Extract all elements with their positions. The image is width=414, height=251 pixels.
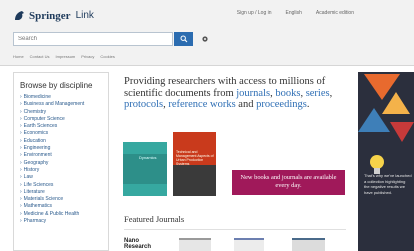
sidebar-title: Browse by discipline: [20, 81, 93, 90]
chevron-right-icon: ›: [20, 145, 22, 152]
chevron-right-icon: ›: [20, 137, 22, 144]
chevron-right-icon: ›: [20, 115, 22, 122]
springer-link-logo[interactable]: Springer Link: [13, 9, 94, 22]
search-button[interactable]: [174, 32, 193, 46]
top-nav-login[interactable]: Sign up / Log in: [237, 10, 272, 16]
series-link[interactable]: series: [306, 88, 330, 99]
chevron-right-icon: ›: [20, 108, 22, 115]
protocols-link[interactable]: protocols: [124, 99, 163, 110]
featured-journal-cover[interactable]: Nano Research: [124, 238, 162, 251]
discipline-item[interactable]: › Law: [20, 174, 108, 181]
chevron-right-icon: ›: [20, 196, 22, 203]
book-cover-image: [173, 165, 216, 196]
filter-link[interactable]: Cookies: [100, 54, 114, 59]
featured-journals-heading: Featured Journals: [124, 214, 185, 224]
footer-links-row: Home Contact Us Impressum Privacy Cookie…: [13, 54, 115, 59]
chevron-right-icon: ›: [20, 94, 22, 100]
main-content: Providing researchers with access to mil…: [116, 72, 352, 251]
chevron-right-icon: ›: [20, 174, 22, 181]
discipline-item[interactable]: › Life Sciences: [20, 182, 108, 189]
discipline-item[interactable]: › Medicine & Public Health: [20, 211, 108, 218]
discipline-item[interactable]: › Environment: [20, 152, 108, 159]
hero-headline: Providing researchers with access to mil…: [124, 76, 333, 111]
logo-link-text: Link: [75, 10, 94, 21]
discipline-item[interactable]: › Materials Science: [20, 196, 108, 203]
search-icon: [180, 35, 187, 43]
journal-title: Nano Research: [124, 238, 152, 250]
discipline-item[interactable]: › Education: [20, 138, 108, 145]
journals-link[interactable]: journals: [236, 88, 270, 99]
chevron-right-icon: ›: [20, 203, 22, 210]
filter-link[interactable]: Contact Us: [30, 54, 50, 59]
site-header: Springer Link Sign up / Log in English A…: [0, 0, 414, 66]
featured-journal-cover[interactable]: [234, 238, 264, 251]
discipline-item[interactable]: › Engineering: [20, 145, 108, 152]
top-nav-edition[interactable]: Academic edition: [316, 10, 354, 16]
filter-link[interactable]: Impressum: [55, 54, 75, 59]
ad-text: That's why we've launched a collection h…: [364, 173, 412, 195]
discipline-item[interactable]: › Mathematics: [20, 203, 108, 210]
chevron-right-icon: ›: [20, 152, 22, 159]
proceedings-link[interactable]: proceedings: [256, 99, 307, 110]
discipline-item[interactable]: › History: [20, 167, 108, 174]
chevron-right-icon: ›: [20, 123, 22, 130]
search-options-button[interactable]: [198, 32, 212, 46]
discipline-item[interactable]: › Business and Management: [20, 101, 108, 108]
discipline-item[interactable]: › Geography: [20, 160, 108, 167]
springer-horse-icon: [15, 11, 24, 20]
gear-icon: [202, 36, 208, 42]
discipline-item[interactable]: › Literature: [20, 189, 108, 196]
featured-journal-cover[interactable]: [179, 238, 211, 251]
logo-springer-text: Springer: [29, 9, 71, 22]
divider: [124, 229, 346, 230]
advertisement-panel[interactable]: That's why we've launched a collection h…: [358, 72, 414, 251]
discipline-item[interactable]: › Economics: [20, 130, 108, 137]
discipline-sidebar: Browse by discipline › Biomedicine › Busin…: [13, 72, 109, 251]
chevron-right-icon: ›: [20, 101, 22, 108]
ad-decoration: [390, 122, 414, 142]
top-navigation: Sign up / Log in English Academic editio…: [237, 10, 354, 16]
books-link[interactable]: books: [275, 88, 300, 99]
top-nav-language[interactable]: English: [286, 10, 302, 16]
filter-link[interactable]: Privacy: [81, 54, 94, 59]
chevron-right-icon: ›: [20, 218, 22, 225]
featured-journal-cover[interactable]: [292, 238, 325, 251]
discipline-item[interactable]: › Earth Sciences: [20, 123, 108, 130]
ad-decoration: [358, 108, 390, 132]
discipline-item[interactable]: › Chemistry: [20, 109, 108, 116]
chevron-right-icon: ›: [20, 130, 22, 137]
search-input[interactable]: [13, 32, 173, 46]
book-cover-title: Dynamics: [139, 155, 157, 160]
book-cover-dynamics[interactable]: Dynamics: [123, 142, 167, 196]
book-cover-urban-production[interactable]: Technical and Management Aspects of Urba…: [173, 132, 216, 196]
discipline-item[interactable]: › Biomedicine: [20, 94, 108, 101]
book-cover-title: Technical and Management Aspects of Urba…: [176, 150, 214, 166]
reference-works-link[interactable]: reference works: [168, 99, 235, 110]
discipline-item[interactable]: › Computer Science: [20, 116, 108, 123]
new-books-banner[interactable]: New books and journals are available eve…: [232, 170, 345, 195]
filter-link[interactable]: Home: [13, 54, 24, 59]
discipline-list: › Biomedicine › Business and Management › C…: [20, 94, 108, 225]
discipline-item[interactable]: › Pharmacy: [20, 218, 108, 225]
chevron-right-icon: ›: [20, 188, 22, 195]
chevron-right-icon: ›: [20, 210, 22, 217]
chevron-right-icon: ›: [20, 166, 22, 173]
chevron-right-icon: ›: [20, 181, 22, 188]
chevron-right-icon: ›: [20, 159, 22, 166]
